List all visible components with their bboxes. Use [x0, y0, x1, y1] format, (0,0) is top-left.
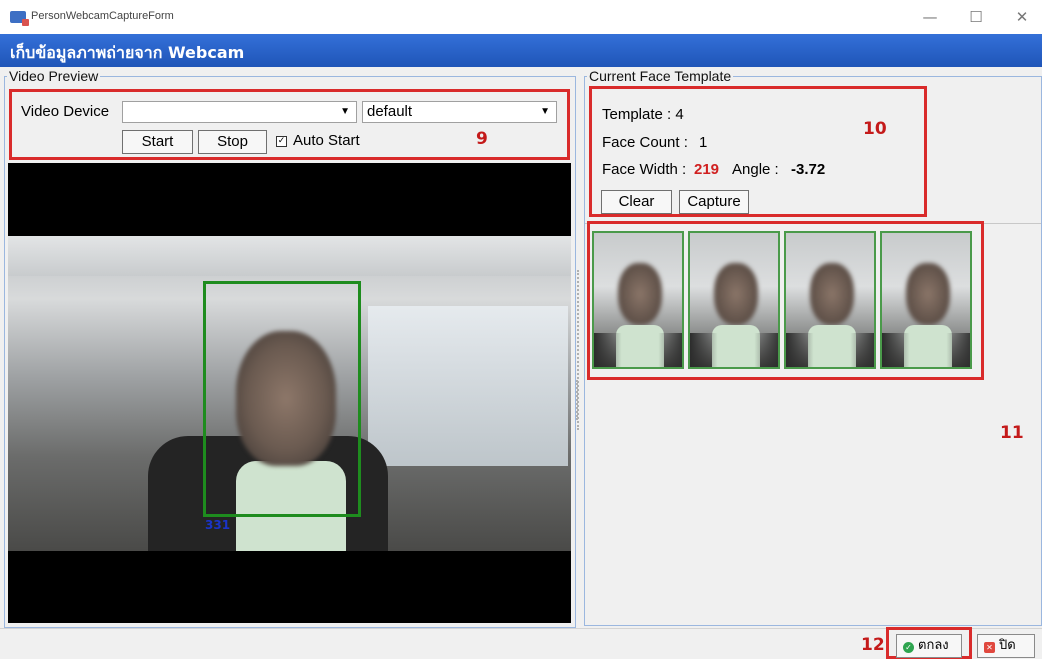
window-title: PersonWebcamCaptureForm	[31, 10, 174, 22]
annotation-9: 9	[476, 129, 488, 149]
window-titlebar: PersonWebcamCaptureForm — ☐ ✕	[0, 0, 1042, 34]
video-device-label: Video Device	[21, 103, 110, 120]
face-detection-box	[203, 281, 361, 517]
close-button[interactable]: ✕ ปิด	[977, 634, 1035, 658]
form-header: เก็บข้อมูลภาพถ่ายจาก Webcam	[0, 34, 1042, 67]
face-width-label: Face Width :	[602, 161, 687, 178]
video-preview: 331	[8, 163, 571, 623]
minimize-icon[interactable]: —	[912, 6, 948, 28]
video-device-select[interactable]: ▼	[122, 101, 357, 123]
auto-start-checkbox[interactable]: ✓	[276, 136, 287, 147]
annotation-11: 11	[1000, 423, 1024, 443]
face-thumbnail[interactable]	[592, 231, 684, 369]
ok-label: ตกลง	[918, 638, 949, 653]
close-square-icon: ✕	[984, 642, 995, 653]
annotation-10: 10	[863, 119, 887, 139]
video-preview-label: Video Preview	[7, 68, 101, 84]
angle-label: Angle :	[732, 161, 779, 178]
face-count-value: 1	[699, 134, 708, 151]
close-window-icon[interactable]: ✕	[1004, 6, 1040, 28]
header-title: เก็บข้อมูลภาพถ่ายจาก Webcam	[10, 43, 245, 62]
splitter-handle-lower[interactable]	[576, 380, 580, 420]
resolution-value: default	[367, 103, 413, 120]
auto-start-label: Auto Start	[293, 132, 360, 149]
face-count-label: Face Count :	[602, 134, 688, 151]
app-icon	[10, 11, 29, 26]
resolution-select[interactable]: default ▼	[362, 101, 557, 123]
check-circle-icon: ✓	[903, 642, 914, 653]
start-button[interactable]: Start	[122, 130, 193, 154]
face-thumbnail[interactable]	[688, 231, 780, 369]
face-id-label: 331	[205, 518, 231, 532]
face-template-label: Current Face Template	[587, 68, 734, 84]
face-thumbnail[interactable]	[880, 231, 972, 369]
capture-button[interactable]: Capture	[679, 190, 749, 214]
chevron-down-icon: ▼	[540, 106, 550, 117]
angle-value: -3.72	[791, 161, 826, 178]
template-count: Template : 4	[602, 106, 684, 123]
ok-button[interactable]: ✓ ตกลง	[896, 634, 962, 658]
face-thumbnail[interactable]	[784, 231, 876, 369]
stop-button[interactable]: Stop	[198, 130, 267, 154]
annotation-12: 12	[861, 635, 885, 655]
maximize-icon[interactable]: ☐	[958, 6, 994, 28]
clear-button[interactable]: Clear	[601, 190, 672, 214]
face-width-value: 219	[694, 161, 720, 178]
chevron-down-icon: ▼	[340, 106, 350, 117]
close-label: ปิด	[999, 638, 1016, 653]
annotation-box-9	[9, 89, 570, 160]
